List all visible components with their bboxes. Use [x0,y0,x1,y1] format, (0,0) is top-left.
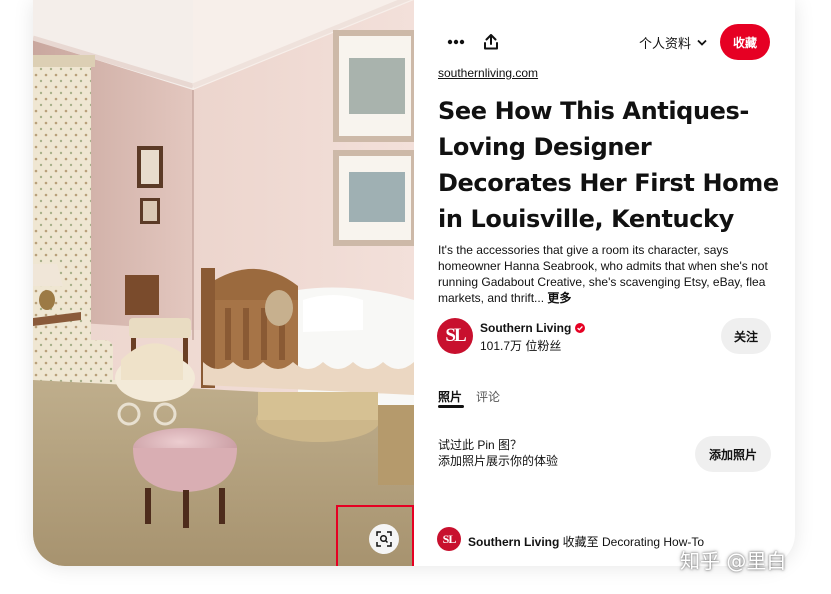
pin-image[interactable] [33,0,414,566]
save-button[interactable]: 收藏 [720,24,770,60]
author-logo-text: SL [445,325,466,346]
saved-to-text: 收藏至 [559,535,603,549]
author-name-label: Southern Living [480,321,572,335]
profile-dropdown-label: 个人资料 [639,35,692,51]
source-link[interactable]: southernliving.com [438,66,538,80]
saved-by-logo-text: SL [442,531,457,546]
try-it-title: 试过此 Pin 图？ [438,438,523,452]
more-options-button[interactable] [440,26,472,58]
tab-photos[interactable]: 照片 [438,388,462,405]
try-it-subtitle: 添加照片展示你的体验 [438,454,559,468]
visual-search-button[interactable] [369,524,399,554]
share-button[interactable] [475,26,507,58]
author-name[interactable]: Southern Living [480,321,586,335]
author-avatar[interactable]: SL [437,318,473,354]
active-tab-indicator [438,405,464,408]
pin-closeup-card: 个人资料 收藏 southernliving.com See How This … [33,0,795,566]
follower-count: 101.7万 位粉丝 [480,339,562,353]
share-icon [484,34,498,50]
visual-search-icon [376,531,392,547]
tab-comments[interactable]: 评论 [476,388,500,405]
chevron-down-icon [697,39,707,46]
verified-badge-icon [575,323,586,333]
bedroom-photo [33,0,414,566]
zhihu-watermark: 知乎 @里白 [680,549,787,573]
saved-by-name[interactable]: Southern Living [468,535,559,549]
pin-title: See How This Antiques-Loving Designer De… [438,97,779,233]
pin-details: 个人资料 收藏 southernliving.com See How This … [414,0,795,566]
more-link[interactable]: 更多 [547,291,571,305]
saved-to-board: Southern Living 收藏至 Decorating How-To [468,533,704,550]
profile-dropdown[interactable]: 个人资料 [639,32,707,52]
pin-description-text: It's the accessories that give a room it… [438,243,768,305]
pin-description: It's the accessories that give a room it… [438,242,778,306]
follow-button[interactable]: 关注 [721,318,771,354]
add-photo-button[interactable]: 添加照片 [695,436,771,472]
ellipsis-icon [447,39,465,45]
saved-by-avatar[interactable]: SL [437,527,461,551]
